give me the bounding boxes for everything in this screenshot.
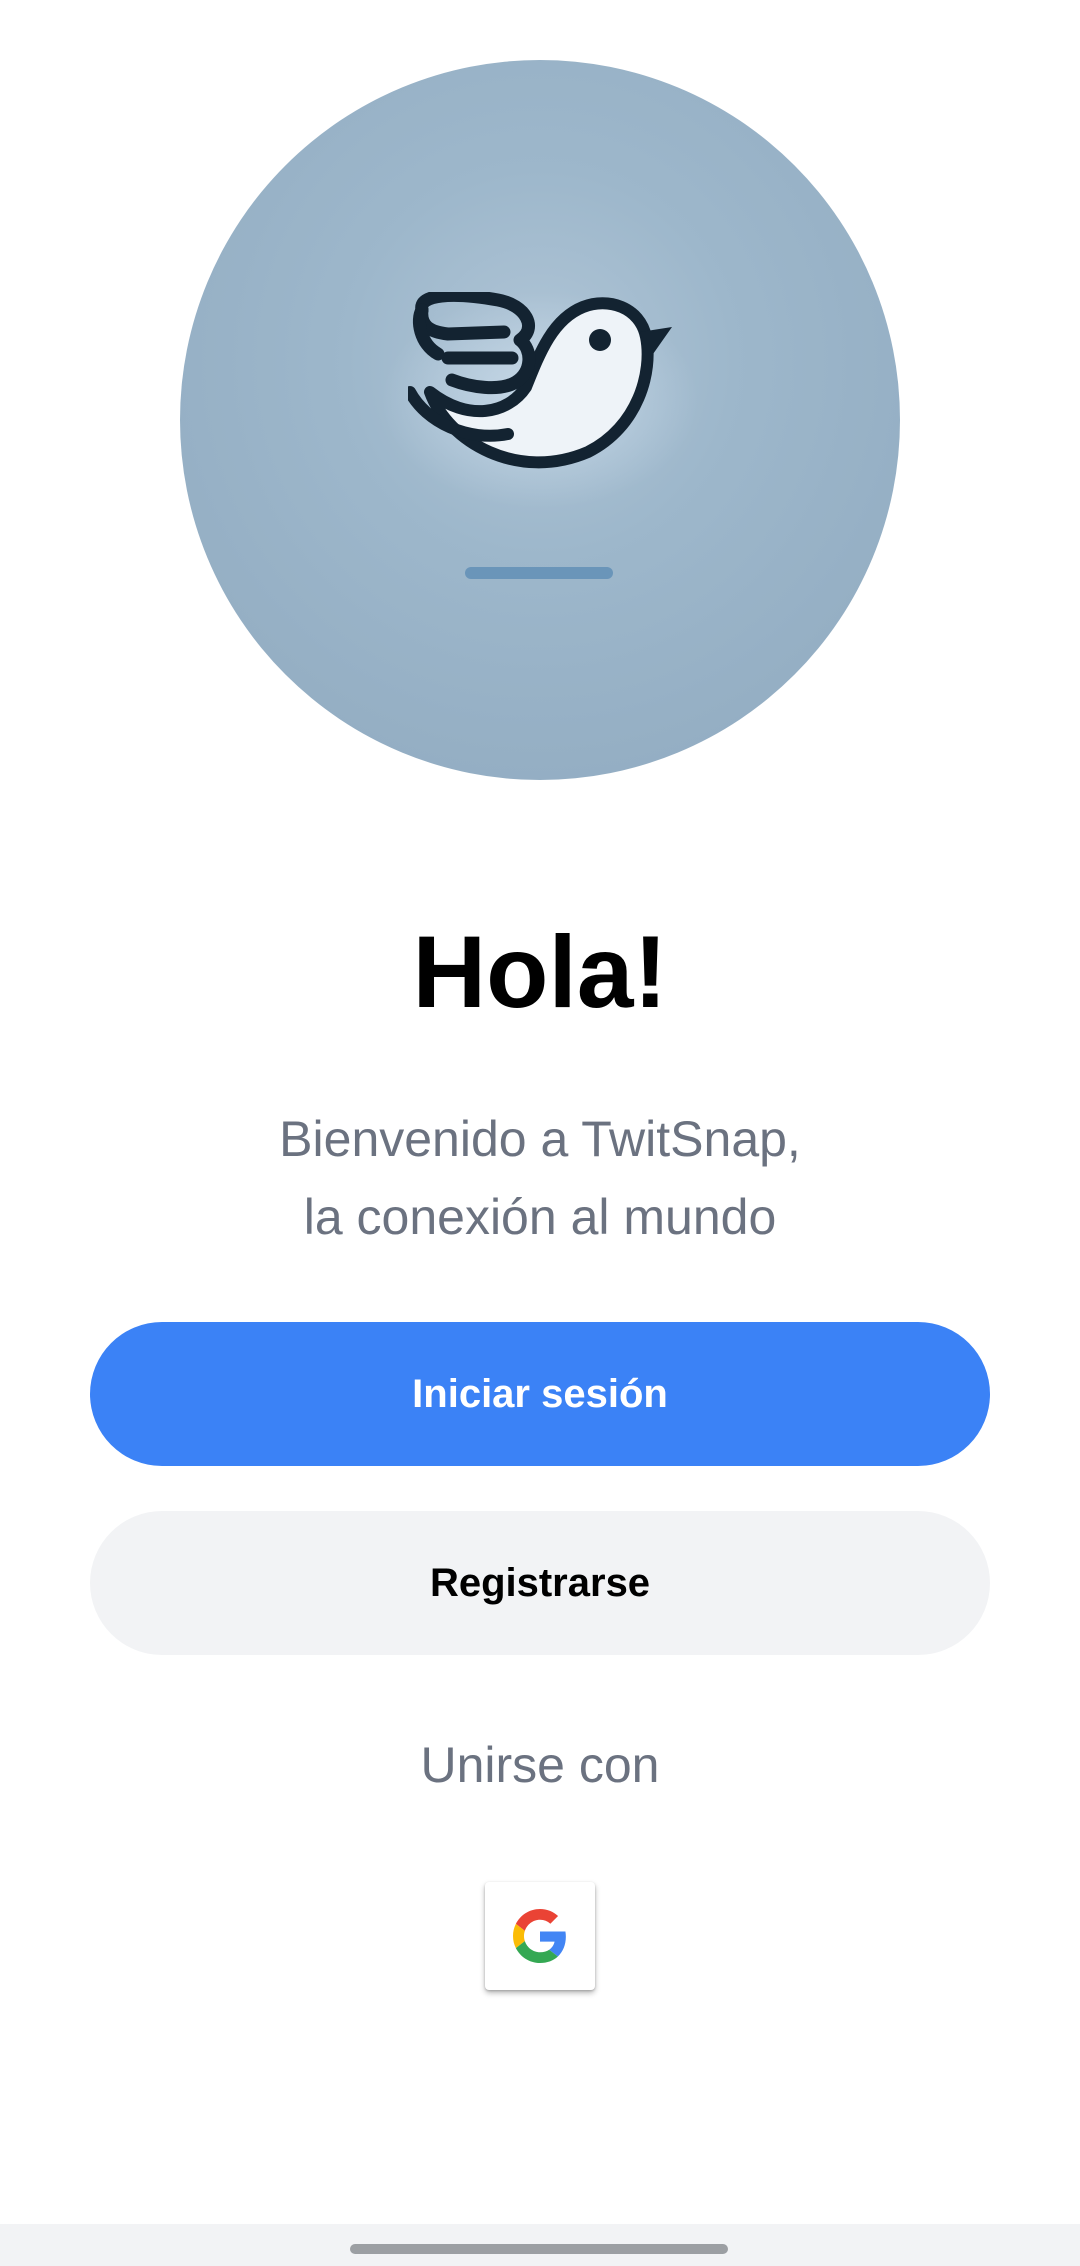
- system-navigation-bar: [0, 2224, 1080, 2266]
- page-title: Hola!: [412, 915, 668, 1029]
- gesture-handle[interactable]: [350, 2244, 728, 2254]
- welcome-line-1: Bienvenido a TwitSnap,: [279, 1111, 801, 1167]
- welcome-message: Bienvenido a TwitSnap, la conexión al mu…: [0, 1100, 1080, 1256]
- welcome-line-2: la conexión al mundo: [303, 1189, 777, 1245]
- join-with-label: Unirse con: [420, 1737, 660, 1793]
- logo-underline: [465, 567, 613, 579]
- app-logo: [180, 60, 900, 780]
- google-signin-button[interactable]: [485, 1882, 595, 1990]
- google-icon: [513, 1909, 566, 1963]
- login-button[interactable]: Iniciar sesión: [90, 1322, 990, 1466]
- register-button[interactable]: Registrarse: [90, 1511, 990, 1655]
- bird-icon: [408, 292, 672, 469]
